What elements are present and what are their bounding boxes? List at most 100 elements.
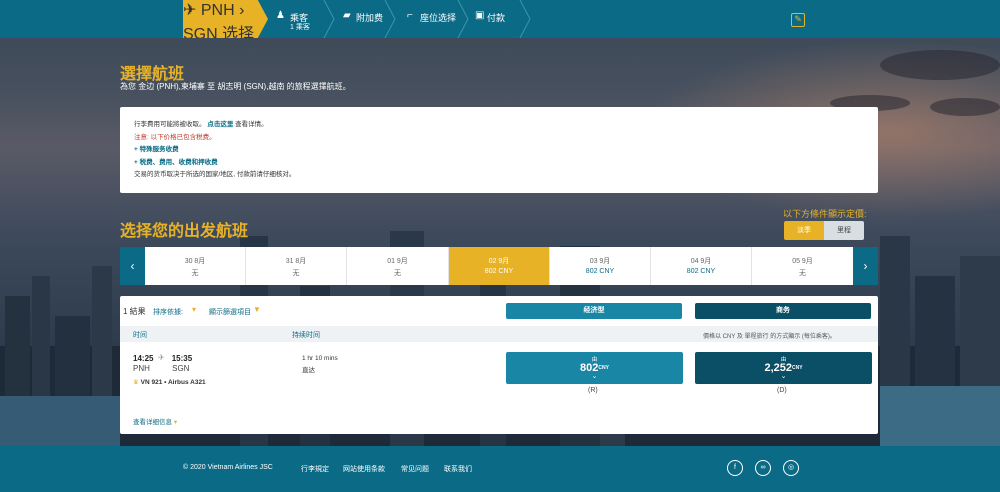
- col-duration: 持续时间: [292, 332, 320, 339]
- outbound-title: 选择您的出发航班: [120, 223, 249, 240]
- instagram-icon[interactable]: ◎: [783, 460, 799, 476]
- fare-currency: CNY: [598, 365, 609, 371]
- page-subtitle: 為您 金边 (PNH),柬埔寨 至 胡志明 (SGN),越南 的旅程選擇航班。: [120, 82, 351, 91]
- economy-header[interactable]: 经济型: [506, 303, 682, 319]
- filter-icon[interactable]: ▼: [253, 305, 261, 314]
- footer-link-baggage[interactable]: 行李規定: [301, 464, 329, 474]
- step-chevron: [384, 0, 396, 38]
- date-cell[interactable]: 03 9月 802 CNY: [550, 247, 651, 285]
- flight-stops: 直达: [302, 367, 315, 374]
- step-origin: PNH: [200, 2, 235, 19]
- cloud: [930, 98, 1000, 116]
- price-mode-toggle: 淡季 里程: [784, 221, 864, 240]
- flight-duration: 1 hr 10 mins: [302, 355, 338, 362]
- date-price: 802 CNY: [484, 268, 514, 275]
- business-header[interactable]: 商务: [695, 303, 871, 319]
- destination-code: SGN: [172, 364, 190, 373]
- step-label: 附加费: [356, 13, 384, 23]
- seat-icon: ⌐: [407, 10, 413, 21]
- date-label: 05 9月: [792, 258, 813, 265]
- business-fare-class: (D): [777, 387, 787, 394]
- footer-link-contact[interactable]: 联系我们: [444, 464, 472, 474]
- chevron-down-icon: ⌄: [780, 373, 787, 380]
- baggage-note: 行李費用可能將被收取。 点击这里 查看详情。: [134, 119, 864, 132]
- date-selector: ‹ 30 8月 无 31 8月 无 01 9月 无 02 9月 802 CNY …: [120, 247, 878, 285]
- fare-value: 2,252: [764, 362, 792, 374]
- toggle-miles[interactable]: 里程: [824, 221, 864, 240]
- facebook-icon[interactable]: f: [727, 460, 743, 476]
- fare-currency: CNY: [791, 365, 803, 371]
- date-price: 无: [292, 270, 300, 277]
- step-label: 付款: [487, 13, 506, 23]
- chevron-down-icon[interactable]: ▾: [192, 305, 196, 314]
- date-label: 04 9月: [690, 258, 712, 265]
- messenger-icon[interactable]: ∞: [755, 460, 771, 476]
- footer: © 2020 Vietnam Airlines JSC 行李規定 网站使用条款 …: [0, 446, 1000, 492]
- payment-icon: ▣: [475, 10, 485, 21]
- depart-time: 14:25: [133, 354, 154, 363]
- date-cell-selected[interactable]: 02 9月 802 CNY: [449, 247, 550, 285]
- chevron-down-icon: ▾: [173, 419, 178, 426]
- step-chevron: [519, 0, 531, 38]
- flight-airports: PNH SGN: [133, 364, 189, 373]
- copyright: © 2020 Vietnam Airlines JSC: [183, 464, 273, 471]
- plane-icon: ✈: [158, 353, 165, 362]
- step-label: 座位选择: [420, 13, 457, 23]
- date-label: 31 8月: [285, 258, 307, 265]
- result-count: 1 結果: [123, 307, 146, 316]
- date-cell[interactable]: 01 9月 无: [347, 247, 449, 285]
- date-price: 无: [799, 270, 806, 277]
- date-price: 无: [191, 270, 199, 277]
- origin-code: PNH: [133, 364, 150, 373]
- date-cell[interactable]: 31 8月 无: [246, 247, 347, 285]
- business-fare-button[interactable]: 由 2,252CNY ⌄: [695, 352, 872, 384]
- baggage-details-link[interactable]: 点击这里: [207, 121, 233, 128]
- date-label: 02 9月: [488, 258, 510, 265]
- currency-display-note: 價格以 CNY 及 單程旅行 的方式顯示 (每位乘客)。: [703, 334, 836, 340]
- footer-link-terms[interactable]: 网站使用条款: [343, 464, 385, 474]
- plane-icon: ✈: [183, 2, 197, 19]
- price-display-label: 以下方條件顯示定價:: [783, 209, 867, 219]
- chevron-down-icon: ⌄: [591, 373, 598, 380]
- flight-info: ♛ VN 921 • Airbus A321: [133, 379, 206, 386]
- currency-note: 交易的货币取决于所选的国家/地区, 付款前请仔细核对。: [134, 171, 296, 178]
- date-cell[interactable]: 04 9月 802 CNY: [651, 247, 752, 285]
- baggage-suffix: 查看详情。: [235, 121, 268, 128]
- booking-steps-bar: ✈ PNH › SGN 选择航班 ♟ 乘客 1 乘客 ▰ 附加费 ⌐ 座位选择 …: [0, 0, 1000, 38]
- sort-by-dropdown[interactable]: 排序依據:: [153, 307, 183, 317]
- step-sub: 1 乘客: [290, 24, 310, 31]
- date-price: 无: [394, 270, 401, 277]
- date-label: 30 8月: [184, 258, 206, 265]
- col-time: 时间: [133, 332, 147, 339]
- date-cell[interactable]: 30 8月 无: [145, 247, 246, 285]
- step-select-flight[interactable]: ✈ PNH › SGN 选择航班: [183, 0, 268, 38]
- aircraft-type: Airbus A321: [167, 379, 206, 386]
- date-price: 802 CNY: [686, 268, 716, 275]
- arrow-right-icon: ›: [239, 2, 245, 19]
- toggle-cash[interactable]: 淡季: [784, 221, 824, 240]
- flight-results: 1 結果 排序依據: ▾ 顯示篩選項目 ▼ 经济型 商务 时间 持续时间 價格以…: [120, 296, 878, 434]
- footer-link-faq[interactable]: 常见问题: [401, 464, 429, 474]
- airline-logo-icon: ♛: [133, 379, 139, 386]
- pencil-icon[interactable]: ✎: [791, 13, 805, 27]
- chevron-right-icon[interactable]: ›: [853, 247, 878, 285]
- baggage-text: 行李費用可能將被收取。: [134, 121, 206, 128]
- arrive-time: 15:35: [171, 354, 193, 363]
- info-box: 行李費用可能將被收取。 点击这里 查看详情。 注意: 以下价格已包含税费。 + …: [120, 107, 878, 193]
- view-details-link[interactable]: 查看详细信息 ▾: [133, 416, 177, 426]
- details-label: 查看详细信息: [133, 419, 172, 426]
- special-service-fees-toggle[interactable]: + 特殊服务收费: [134, 144, 864, 157]
- economy-fare-button[interactable]: 由 802CNY ⌄: [506, 352, 683, 384]
- results-header-row: 时间 持续时间 價格以 CNY 及 單程旅行 的方式顯示 (每位乘客)。: [120, 326, 878, 342]
- taxes-fees-toggle[interactable]: + 税费、费用、收费和押收费: [134, 157, 864, 170]
- date-price: 802 CNY: [585, 268, 615, 275]
- date-label: 03 9月: [589, 258, 611, 265]
- date-label: 01 9月: [387, 258, 408, 265]
- chevron-left-icon[interactable]: ‹: [120, 247, 145, 285]
- date-cell[interactable]: 05 9月 无: [752, 247, 853, 285]
- economy-fare-class: (R): [588, 387, 598, 394]
- show-filters-link[interactable]: 顯示篩選項目: [209, 307, 251, 317]
- flight-number: VN 921: [140, 379, 163, 386]
- tax-note: 注意: 以下价格已包含税费。: [134, 133, 216, 141]
- luggage-icon: ▰: [343, 10, 351, 21]
